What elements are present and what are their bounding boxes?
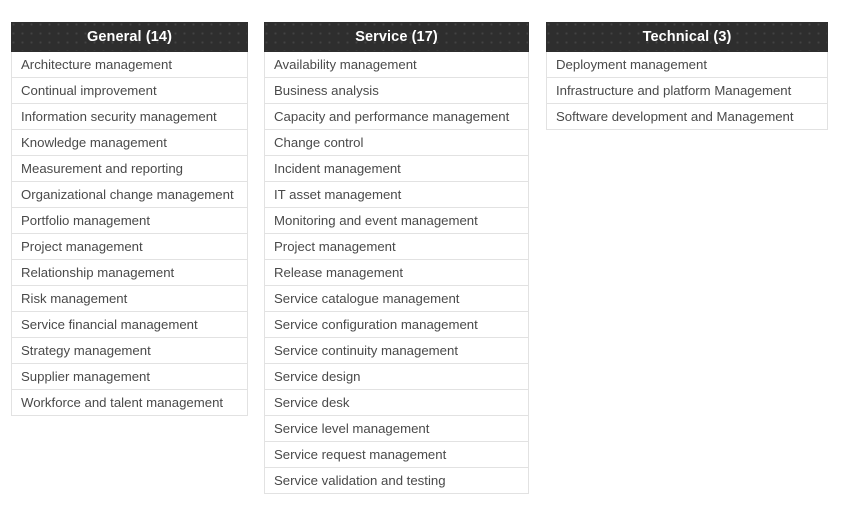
- practice-name: IT asset management: [264, 181, 529, 208]
- column-header-general: General (14): [11, 22, 248, 52]
- table-row[interactable]: Workforce and talent management: [11, 389, 248, 416]
- practice-name: Business analysis: [264, 77, 529, 104]
- table-head-general: General (14): [11, 22, 248, 52]
- table-row[interactable]: Information security management: [11, 103, 248, 130]
- table-row[interactable]: Deployment management: [546, 51, 828, 78]
- table-row[interactable]: Supplier management: [11, 363, 248, 390]
- table-row[interactable]: Service configuration management: [264, 311, 529, 338]
- practice-name: Organizational change management: [11, 181, 248, 208]
- practice-name: Project management: [264, 233, 529, 260]
- practice-name: Information security management: [11, 103, 248, 130]
- table-row[interactable]: Project management: [264, 233, 529, 260]
- table-head-technical: Technical (3): [546, 22, 828, 52]
- practices-board: General (14) Architecture management Con…: [0, 0, 843, 508]
- practice-name: Infrastructure and platform Management: [546, 77, 828, 104]
- practice-name: Service design: [264, 363, 529, 390]
- practice-name: Knowledge management: [11, 129, 248, 156]
- practice-name: Service validation and testing: [264, 467, 529, 494]
- table-row[interactable]: Risk management: [11, 285, 248, 312]
- practice-name: Risk management: [11, 285, 248, 312]
- practice-name: Measurement and reporting: [11, 155, 248, 182]
- table-row[interactable]: Architecture management: [11, 51, 248, 78]
- table-row[interactable]: Relationship management: [11, 259, 248, 286]
- practice-name: Change control: [264, 129, 529, 156]
- table-row[interactable]: Portfolio management: [11, 207, 248, 234]
- practice-name: Continual improvement: [11, 77, 248, 104]
- table-body-general: Architecture management Continual improv…: [11, 51, 248, 416]
- practice-name: Portfolio management: [11, 207, 248, 234]
- table-row[interactable]: Incident management: [264, 155, 529, 182]
- table-row[interactable]: Service desk: [264, 389, 529, 416]
- practice-name: Capacity and performance management: [264, 103, 529, 130]
- practice-name: Service catalogue management: [264, 285, 529, 312]
- practice-name: Deployment management: [546, 51, 828, 78]
- table-row[interactable]: Release management: [264, 259, 529, 286]
- practice-name: Availability management: [264, 51, 529, 78]
- practice-name: Workforce and talent management: [11, 389, 248, 416]
- table-row[interactable]: Service level management: [264, 415, 529, 442]
- table-row[interactable]: Software development and Management: [546, 103, 828, 130]
- table-row[interactable]: Organizational change management: [11, 181, 248, 208]
- practice-table-technical: Technical (3) Deployment management Infr…: [546, 22, 828, 130]
- header-row: General (14): [11, 22, 248, 52]
- header-row: Technical (3): [546, 22, 828, 52]
- table-row[interactable]: Continual improvement: [11, 77, 248, 104]
- practice-name: Project management: [11, 233, 248, 260]
- table-row[interactable]: Change control: [264, 129, 529, 156]
- practice-name: Relationship management: [11, 259, 248, 286]
- practice-name: Service request management: [264, 441, 529, 468]
- practice-name: Supplier management: [11, 363, 248, 390]
- practice-name: Strategy management: [11, 337, 248, 364]
- header-row: Service (17): [264, 22, 529, 52]
- table-row[interactable]: Service continuity management: [264, 337, 529, 364]
- table-body-technical: Deployment management Infrastructure and…: [546, 51, 828, 130]
- column-header-technical: Technical (3): [546, 22, 828, 52]
- table-row[interactable]: Strategy management: [11, 337, 248, 364]
- table-row[interactable]: Measurement and reporting: [11, 155, 248, 182]
- practice-name: Service level management: [264, 415, 529, 442]
- practice-name: Service configuration management: [264, 311, 529, 338]
- practice-table-general: General (14) Architecture management Con…: [11, 22, 248, 416]
- practice-name: Architecture management: [11, 51, 248, 78]
- table-row[interactable]: Business analysis: [264, 77, 529, 104]
- table-row[interactable]: Service design: [264, 363, 529, 390]
- table-row[interactable]: Service validation and testing: [264, 467, 529, 494]
- practice-name: Service financial management: [11, 311, 248, 338]
- practice-table-service: Service (17) Availability management Bus…: [264, 22, 529, 494]
- table-row[interactable]: Project management: [11, 233, 248, 260]
- table-body-service: Availability management Business analysi…: [264, 51, 529, 494]
- practice-name: Release management: [264, 259, 529, 286]
- practice-name: Monitoring and event management: [264, 207, 529, 234]
- table-row[interactable]: Service catalogue management: [264, 285, 529, 312]
- practice-name: Incident management: [264, 155, 529, 182]
- table-row[interactable]: Capacity and performance management: [264, 103, 529, 130]
- table-row[interactable]: Service request management: [264, 441, 529, 468]
- table-row[interactable]: Availability management: [264, 51, 529, 78]
- practice-name: Service continuity management: [264, 337, 529, 364]
- practice-name: Service desk: [264, 389, 529, 416]
- table-row[interactable]: Service financial management: [11, 311, 248, 338]
- column-header-service: Service (17): [264, 22, 529, 52]
- table-row[interactable]: Monitoring and event management: [264, 207, 529, 234]
- practice-name: Software development and Management: [546, 103, 828, 130]
- table-row[interactable]: Infrastructure and platform Management: [546, 77, 828, 104]
- table-head-service: Service (17): [264, 22, 529, 52]
- table-row[interactable]: IT asset management: [264, 181, 529, 208]
- table-row[interactable]: Knowledge management: [11, 129, 248, 156]
